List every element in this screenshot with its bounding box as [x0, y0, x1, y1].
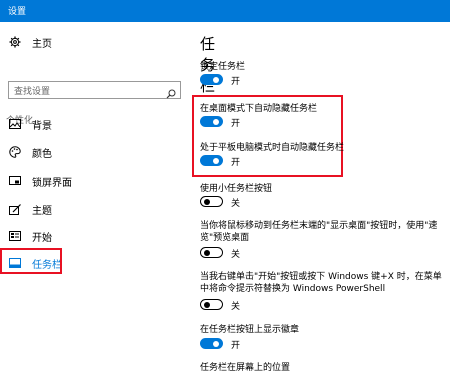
brush-icon	[8, 202, 22, 216]
taskbar-position-heading: 任务栏在屏幕上的位置	[200, 363, 291, 373]
peek-toggle[interactable]	[200, 247, 223, 258]
powershell-state: 关	[231, 302, 241, 312]
toggle-knob	[213, 76, 219, 83]
small-buttons-state: 关	[231, 199, 241, 209]
small-buttons-toggle[interactable]	[200, 196, 223, 207]
sidebar-item-label: 主题	[32, 205, 52, 217]
setting-powershell-label: 当我右键单击"开始"按钮或按下 Windows 键+X 时，在菜单中将命令提示符…	[200, 272, 442, 294]
highlight-taskbar-nav	[0, 248, 62, 274]
toggle-knob	[213, 118, 219, 125]
sidebar: 主页 查找设置 个性化 背景 颜色 锁屏界面 主题 开始 任务栏	[0, 22, 190, 370]
window-title: 设置	[8, 7, 27, 17]
autohide-desktop-toggle[interactable]	[200, 116, 223, 127]
toggle-knob	[204, 249, 210, 256]
sidebar-item-label: 锁屏界面	[32, 177, 72, 189]
gear-icon	[8, 35, 22, 49]
search-input[interactable]: 查找设置	[8, 81, 181, 99]
toggle-knob	[204, 198, 210, 205]
palette-icon	[8, 145, 22, 159]
peek-state: 关	[231, 250, 241, 260]
setting-autohide-tablet-label: 处于平板电脑模式时自动隐藏任务栏	[200, 143, 345, 153]
setting-peek-label: 当你将鼠标移动到任务栏末端的"显示桌面"按钮时，使用"速览"预览桌面	[200, 221, 438, 243]
badges-state: 开	[231, 341, 241, 351]
search-icon[interactable]	[166, 84, 176, 103]
setting-small-buttons-label: 使用小任务栏按钮	[200, 184, 273, 194]
autohide-desktop-state: 开	[231, 119, 241, 129]
sidebar-item-colors[interactable]: 颜色	[8, 141, 183, 163]
title-bar: 设置	[0, 0, 450, 22]
lock-taskbar-toggle[interactable]	[200, 74, 223, 85]
toggle-knob	[213, 157, 219, 164]
sidebar-item-label: 颜色	[32, 148, 52, 160]
sidebar-item-label: 背景	[32, 120, 52, 132]
setting-autohide-desktop-label: 在桌面模式下自动隐藏任务栏	[200, 104, 318, 114]
sidebar-item-start[interactable]: 开始	[8, 225, 183, 247]
lock-screen-icon	[8, 174, 22, 188]
sidebar-item-label: 开始	[32, 232, 52, 244]
toggle-knob	[213, 340, 219, 347]
sidebar-item-background[interactable]: 背景	[8, 113, 183, 135]
search-placeholder: 查找设置	[14, 87, 51, 97]
lock-taskbar-state: 开	[231, 77, 241, 87]
sidebar-home[interactable]: 主页	[8, 31, 183, 53]
setting-lock-taskbar-label: 锁定任务栏	[200, 62, 246, 72]
autohide-tablet-state: 开	[231, 158, 241, 168]
sidebar-home-label: 主页	[32, 38, 52, 50]
autohide-tablet-toggle[interactable]	[200, 155, 223, 166]
powershell-toggle[interactable]	[200, 299, 223, 310]
sidebar-item-themes[interactable]: 主题	[8, 198, 183, 220]
badges-toggle[interactable]	[200, 338, 223, 349]
toggle-knob	[204, 301, 210, 308]
setting-badges-label: 在任务栏按钮上显示徽章	[200, 325, 300, 335]
image-icon	[8, 117, 22, 131]
sidebar-item-lock-screen[interactable]: 锁屏界面	[8, 170, 183, 192]
start-icon	[8, 229, 22, 243]
